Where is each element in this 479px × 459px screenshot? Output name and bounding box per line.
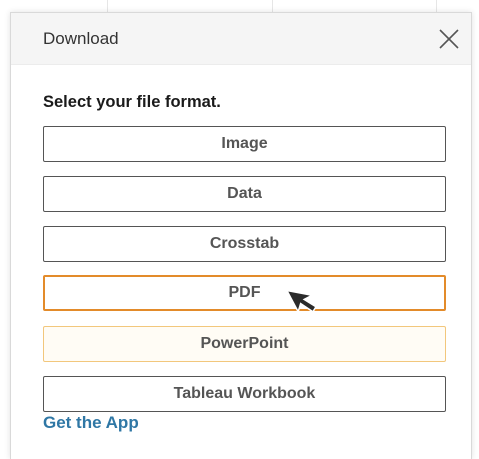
download-dialog: Download Select your file format. Image … (10, 12, 472, 459)
format-button-powerpoint[interactable]: PowerPoint (43, 326, 446, 362)
format-button-tableau-workbook[interactable]: Tableau Workbook (43, 376, 446, 412)
dialog-title: Download (43, 29, 119, 48)
format-prompt: Select your file format. (43, 93, 221, 111)
get-the-app-link[interactable]: Get the App (43, 413, 139, 433)
format-button-data[interactable]: Data (43, 176, 446, 212)
close-x-icon (439, 29, 459, 49)
background-grid-line (107, 0, 108, 12)
close-button[interactable] (437, 27, 461, 51)
format-button-image[interactable]: Image (43, 126, 446, 162)
format-button-pdf[interactable]: PDF (43, 275, 446, 311)
format-button-crosstab[interactable]: Crosstab (43, 226, 446, 262)
background-grid-line (436, 0, 437, 12)
background-grid-line (272, 0, 273, 12)
dialog-header: Download (11, 13, 471, 65)
